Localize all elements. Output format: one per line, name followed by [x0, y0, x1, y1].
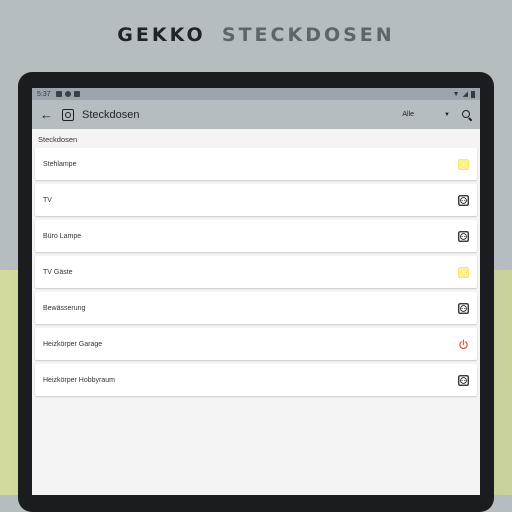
- list-item[interactable]: TV: [35, 184, 477, 216]
- socket-app-icon: [62, 108, 74, 121]
- dropdown-caret-icon: ▼: [444, 111, 450, 118]
- list-item[interactable]: Bewässerung: [35, 292, 477, 324]
- wifi-icon: ▼: [452, 90, 460, 98]
- search-icon[interactable]: [462, 109, 472, 120]
- notification-icon: [55, 91, 62, 97]
- battery-icon: [471, 90, 475, 98]
- socket-on-icon[interactable]: [458, 266, 469, 278]
- list-item[interactable]: Heizkörper Garage: [35, 328, 477, 360]
- sd-card-icon: [73, 91, 80, 97]
- banner-subtitle: STECKDOSEN: [221, 24, 395, 46]
- socket-list: Stehlampe TV Büro Lampe TV Gäste Bewässerung…: [32, 148, 480, 396]
- socket-off-icon[interactable]: [458, 230, 469, 242]
- list-item-label: Büro Lampe: [43, 232, 82, 240]
- socket-on-icon[interactable]: [458, 158, 469, 170]
- list-item-label: TV: [43, 196, 52, 204]
- list-item[interactable]: Heizkörper Hobbyraum: [35, 364, 477, 396]
- list-item-label: Heizkörper Hobbyraum: [43, 376, 115, 384]
- list-item-label: TV Gäste: [43, 268, 73, 276]
- list-item[interactable]: Stehlampe: [35, 148, 477, 180]
- list-item[interactable]: Büro Lampe: [35, 220, 477, 252]
- app-screen: 5:37 ▼ ◢ ← Steckdosen Alle ▼ Steckdosen …: [32, 88, 480, 495]
- brand-name: GEKKO: [117, 24, 206, 46]
- banner-title: GEKKO STECKDOSEN: [0, 24, 512, 47]
- sync-icon: [64, 91, 71, 97]
- signal-icon: ◢: [462, 91, 468, 98]
- list-item[interactable]: TV Gäste: [35, 256, 477, 288]
- page-title: Steckdosen: [82, 108, 140, 121]
- list-item-label: Bewässerung: [43, 304, 86, 312]
- list-item-label: Heizkörper Garage: [43, 340, 103, 348]
- section-title: Steckdosen: [38, 135, 78, 144]
- socket-off-icon[interactable]: [458, 374, 469, 386]
- back-arrow-icon[interactable]: ←: [40, 107, 58, 122]
- status-bar: 5:37 ▼ ◢: [32, 88, 480, 100]
- filter-value: Alle: [402, 111, 415, 118]
- filter-dropdown[interactable]: Alle ▼: [402, 111, 450, 118]
- socket-off-icon[interactable]: [458, 194, 469, 206]
- status-time: 5:37: [37, 90, 51, 98]
- app-toolbar: ← Steckdosen Alle ▼: [32, 100, 480, 129]
- power-icon[interactable]: [458, 338, 469, 350]
- socket-off-icon[interactable]: [458, 302, 469, 314]
- list-item-label: Stehlampe: [43, 160, 77, 168]
